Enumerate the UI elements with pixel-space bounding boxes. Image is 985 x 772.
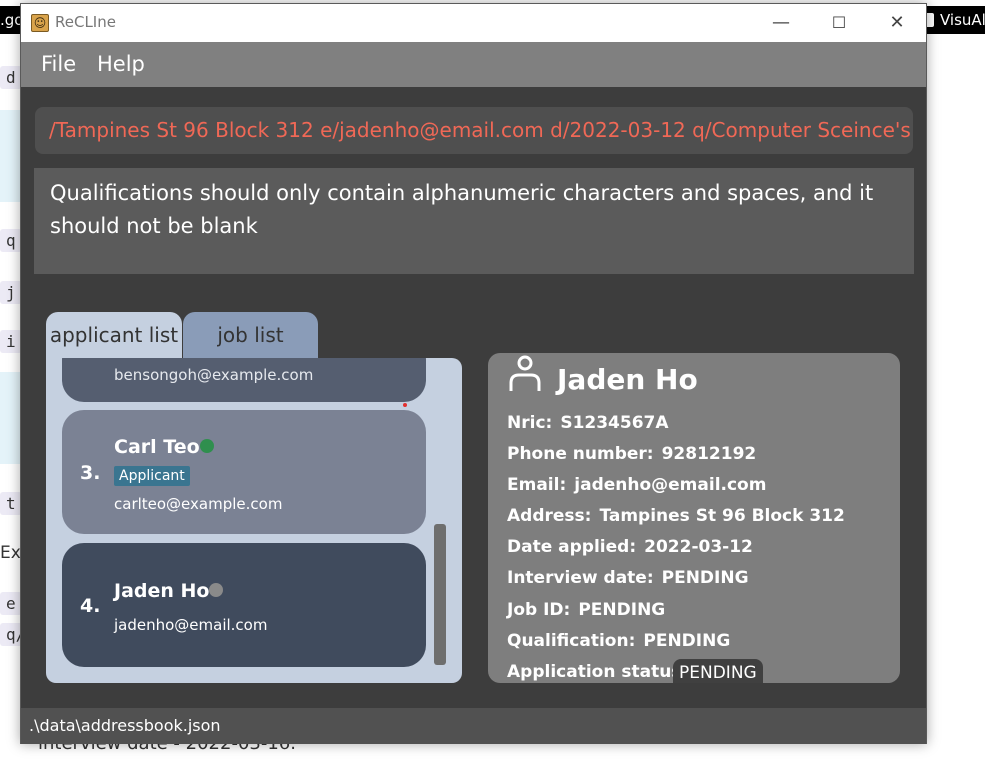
status-bar: .\data\addressbook.json xyxy=(21,708,926,744)
menu-help[interactable]: Help xyxy=(97,52,145,76)
applicant-index: 3. xyxy=(80,462,101,484)
app-window: ☺ ReCLIne — ☐ ✕ File Help /Tampines St 9… xyxy=(20,3,927,744)
status-dot-icon xyxy=(209,583,223,597)
applicant-name: Jaden Ho xyxy=(114,580,210,602)
detail-label: Date applied: xyxy=(507,537,637,557)
detail-value: Tampines St 96 Block 312 xyxy=(599,506,845,526)
detail-value: S1234567A xyxy=(560,413,669,433)
applicant-badge: Applicant xyxy=(114,466,190,486)
detail-interview-date: Interview date: PENDING xyxy=(507,568,749,588)
detail-label: Qualification: xyxy=(507,631,636,651)
bg-code-chip: i xyxy=(0,330,22,353)
detail-value: 92812192 xyxy=(661,444,757,464)
applicant-email: jadenho@email.com xyxy=(114,616,268,634)
menu-bar: File Help xyxy=(21,42,926,87)
applicant-email: carlteo@example.com xyxy=(114,495,283,513)
list-item[interactable]: 3. Carl Teo Applicant carlteo@example.co… xyxy=(62,410,426,534)
applicant-index: 4. xyxy=(80,595,101,617)
bg-code-chip: j xyxy=(0,281,22,304)
detail-label: Address: xyxy=(507,506,592,526)
applicant-name: Carl Teo xyxy=(114,436,200,458)
result-display: Qualifications should only contain alpha… xyxy=(34,168,914,274)
bg-text: Ex xyxy=(0,543,21,563)
detail-value: PENDING xyxy=(578,600,666,620)
status-dot-icon xyxy=(200,439,214,453)
detail-label: Job ID: xyxy=(507,600,571,620)
detail-value: jadenho@email.com xyxy=(574,475,767,495)
detail-label: Nric: xyxy=(507,413,553,433)
detail-label: Application status: xyxy=(507,662,689,682)
menu-file[interactable]: File xyxy=(41,52,76,76)
detail-email: Email: jadenho@email.com xyxy=(507,475,766,495)
window-title: ReCLIne xyxy=(55,13,116,31)
list-item[interactable]: 4. Jaden Ho jadenho@email.com xyxy=(62,543,426,667)
bg-code-chip: d xyxy=(0,66,22,89)
detail-qualification: Qualification: PENDING xyxy=(507,631,730,651)
detail-label: Phone number: xyxy=(507,444,654,464)
applicant-email: bensongoh@example.com xyxy=(114,366,314,384)
minimize-button[interactable]: — xyxy=(752,4,810,42)
detail-name: Jaden Ho xyxy=(557,363,698,396)
detail-address: Address: Tampines St 96 Block 312 xyxy=(507,506,845,526)
title-bar[interactable]: ☺ ReCLIne — ☐ ✕ xyxy=(21,4,926,42)
marker-dot xyxy=(403,403,407,407)
bg-code-chip: e xyxy=(0,592,22,615)
list-scrollbar[interactable] xyxy=(434,524,446,665)
detail-label: Email: xyxy=(507,475,567,495)
command-input[interactable]: /Tampines St 96 Block 312 e/jadenho@emai… xyxy=(35,107,913,154)
bg-block xyxy=(0,110,20,202)
applicant-detail-panel: Jaden Ho Nric: S1234567A Phone number: 928… xyxy=(488,353,900,683)
tab-job-list[interactable]: job list xyxy=(183,312,318,358)
detail-label: Interview date: xyxy=(507,568,654,588)
close-button[interactable]: ✕ xyxy=(868,4,926,42)
list-item[interactable]: bensongoh@example.com xyxy=(62,358,426,402)
detail-nric: Nric: S1234567A xyxy=(507,413,669,433)
bg-block xyxy=(0,372,20,464)
maximize-button[interactable]: ☐ xyxy=(810,4,868,42)
app-icon: ☺ xyxy=(31,14,49,32)
detail-value: PENDING xyxy=(643,631,731,651)
bg-code-chip: t xyxy=(0,492,22,515)
detail-date-applied: Date applied: 2022-03-12 xyxy=(507,537,753,557)
status-badge: PENDING xyxy=(673,659,763,683)
applicant-list-panel: bensongoh@example.com 3. Carl Teo Applic… xyxy=(46,358,462,683)
taskbar-item-right-label: VisuAlg xyxy=(940,11,985,29)
detail-value: 2022-03-12 xyxy=(644,537,753,557)
detail-phone: Phone number: 92812192 xyxy=(507,444,756,464)
taskbar-item-right[interactable]: VisuAlg xyxy=(920,6,985,34)
tab-applicant-list[interactable]: applicant list xyxy=(46,312,182,358)
detail-job-id: Job ID: PENDING xyxy=(507,600,665,620)
bg-code-chip: q xyxy=(0,229,22,252)
detail-application-status: Application status: xyxy=(507,662,688,682)
detail-value: PENDING xyxy=(661,568,749,588)
person-icon xyxy=(509,355,541,391)
